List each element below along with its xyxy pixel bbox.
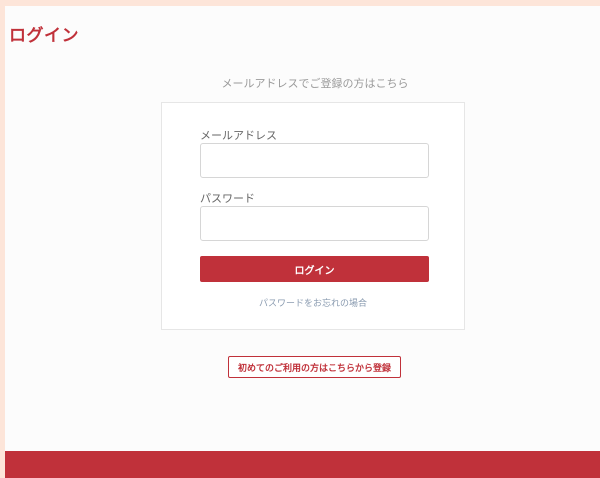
page-container: ログイン メールアドレスでご登録の方はこちら メールアドレス パスワード ログイ… [5,6,600,478]
email-label: メールアドレス [200,129,277,142]
email-field[interactable] [200,143,429,178]
forgot-password-link[interactable]: パスワードをお忘れの場合 [162,296,464,309]
login-button[interactable]: ログイン [200,256,429,282]
footer-bar [5,451,600,478]
password-label: パスワード [200,192,255,205]
page-title: ログイン [9,26,79,46]
login-subtitle: メールアドレスでご登録の方はこちら [221,77,409,90]
login-card: メールアドレス パスワード ログイン パスワードをお忘れの場合 [161,102,465,330]
register-button[interactable]: 初めてのご利用の方はこちらから登録 [228,356,401,378]
password-field[interactable] [200,206,429,241]
